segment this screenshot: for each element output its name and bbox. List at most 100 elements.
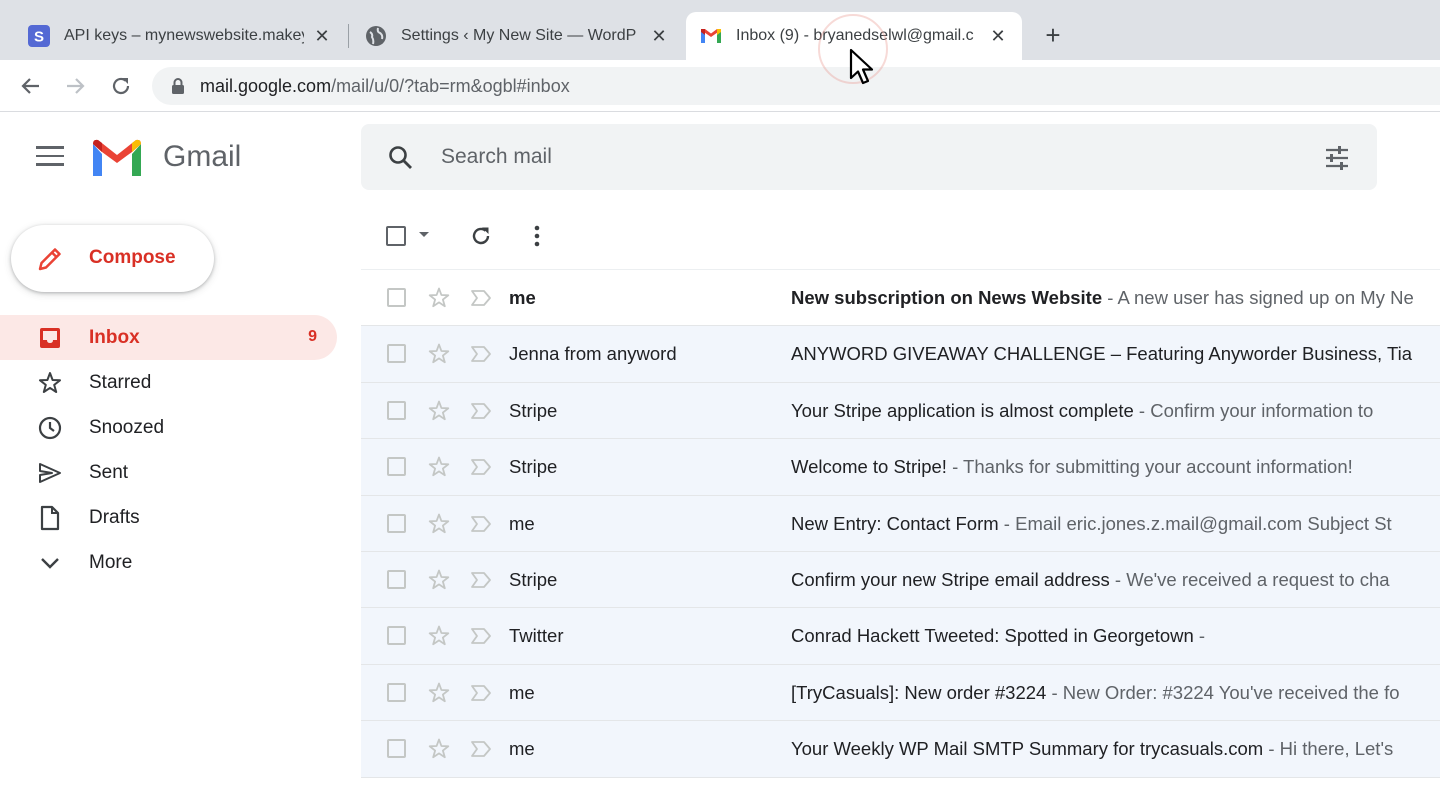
tab-title: Settings ‹ My New Site — WordP bbox=[401, 27, 637, 44]
mail-row[interactable]: me [TryCasuals]: New order #3224 - New O… bbox=[361, 664, 1440, 722]
search-icon[interactable] bbox=[387, 144, 415, 172]
row-checkbox[interactable] bbox=[387, 400, 406, 420]
sidebar-nav: Inbox 9 Starred Snoozed Sent Drafts More bbox=[0, 315, 340, 585]
row-checkbox[interactable] bbox=[387, 457, 406, 477]
sidebar-item-drafts[interactable]: Drafts bbox=[0, 495, 340, 540]
star-icon[interactable] bbox=[427, 681, 451, 705]
tab-separator bbox=[348, 24, 349, 48]
mail-snippet: - We've received a request to cha bbox=[1109, 568, 1390, 590]
row-checkbox[interactable] bbox=[387, 288, 406, 307]
mail-subject-line: Your Weekly WP Mail SMTP Summary for try… bbox=[791, 738, 1393, 760]
new-tab-button[interactable]: + bbox=[1040, 22, 1066, 48]
mail-row[interactable]: Stripe Welcome to Stripe! - Thanks for s… bbox=[361, 439, 1440, 496]
mail-sender: Jenna from anyword bbox=[509, 343, 677, 365]
select-dropdown-icon[interactable] bbox=[419, 232, 429, 237]
browser-tab-strip: S API keys – mynewswebsite.makey ✕ Setti… bbox=[0, 0, 1440, 60]
mail-row[interactable]: Twitter Conrad Hackett Tweeted: Spotted … bbox=[361, 608, 1440, 665]
address-bar[interactable]: mail.google.com/mail/u/0/?tab=rm&ogbl#in… bbox=[152, 67, 1440, 105]
mail-subject-line: Conrad Hackett Tweeted: Spotted in Georg… bbox=[791, 625, 1205, 647]
refresh-icon[interactable] bbox=[469, 224, 493, 248]
tab-title: API keys – mynewswebsite.makey bbox=[64, 27, 304, 44]
star-icon[interactable] bbox=[427, 455, 451, 479]
main-menu-icon[interactable] bbox=[36, 146, 64, 168]
url-host: mail.google.com bbox=[200, 75, 332, 96]
mail-sender: Stripe bbox=[509, 456, 558, 478]
row-checkbox[interactable] bbox=[387, 513, 406, 533]
mail-row[interactable]: Stripe Confirm your new Stripe email add… bbox=[361, 551, 1440, 609]
sidebar-item-label: Sent bbox=[89, 462, 129, 483]
mail-row[interactable]: Jenna from anyword ANYWORD GIVEAWAY CHAL… bbox=[361, 326, 1440, 383]
search-options-icon[interactable] bbox=[1323, 144, 1351, 172]
pencil-icon bbox=[38, 248, 61, 271]
star-icon[interactable] bbox=[427, 399, 451, 423]
star-icon[interactable] bbox=[427, 342, 451, 366]
important-marker-icon[interactable] bbox=[469, 344, 493, 364]
mail-subject: Confirm your new Stripe email address bbox=[791, 568, 1110, 590]
mail-subject-line: New subscription on News Website - A new… bbox=[791, 287, 1414, 309]
sidebar-item-label: Snoozed bbox=[89, 417, 165, 438]
forward-arrow-icon[interactable] bbox=[62, 73, 88, 99]
gmail-icon bbox=[701, 29, 721, 43]
row-checkbox[interactable] bbox=[387, 739, 406, 759]
browser-tab-wordpress-settings[interactable]: Settings ‹ My New Site — WordP ✕ bbox=[351, 12, 683, 60]
important-marker-icon[interactable] bbox=[469, 626, 493, 646]
mail-sender: Stripe bbox=[509, 568, 558, 590]
mail-list: me New subscription on News Website - A … bbox=[361, 270, 1440, 778]
star-icon[interactable] bbox=[427, 286, 451, 310]
mail-sender: Stripe bbox=[509, 399, 558, 421]
mail-sender: Twitter bbox=[509, 625, 564, 647]
stripe-s-icon: S bbox=[28, 25, 50, 47]
gmail-logo-icon[interactable] bbox=[90, 138, 144, 178]
star-icon[interactable] bbox=[427, 568, 451, 592]
compose-label: Compose bbox=[89, 247, 176, 268]
more-options-icon[interactable] bbox=[529, 224, 545, 248]
mail-snippet: - bbox=[1193, 625, 1206, 647]
star-icon[interactable] bbox=[427, 512, 451, 536]
row-checkbox[interactable] bbox=[387, 682, 406, 702]
important-marker-icon[interactable] bbox=[469, 570, 493, 590]
close-tab-icon[interactable]: ✕ bbox=[649, 26, 669, 47]
select-all-checkbox[interactable] bbox=[386, 226, 406, 246]
mail-sender: me bbox=[509, 287, 536, 308]
gmail-wordmark[interactable]: Gmail bbox=[163, 140, 241, 174]
mail-subject: Conrad Hackett Tweeted: Spotted in Georg… bbox=[791, 625, 1194, 647]
svg-text:S: S bbox=[34, 29, 44, 46]
important-marker-icon[interactable] bbox=[469, 457, 493, 477]
important-marker-icon[interactable] bbox=[469, 288, 493, 308]
mail-row[interactable]: me New Entry: Contact Form - Email eric.… bbox=[361, 495, 1440, 552]
sidebar-item-label: Inbox bbox=[89, 327, 140, 348]
sidebar-item-more[interactable]: More bbox=[0, 540, 340, 585]
sidebar-item-starred[interactable]: Starred bbox=[0, 360, 340, 405]
sidebar-item-sent[interactable]: Sent bbox=[0, 450, 340, 495]
inbox-icon bbox=[40, 328, 60, 348]
back-arrow-icon[interactable] bbox=[18, 73, 44, 99]
reload-icon[interactable] bbox=[108, 73, 134, 99]
close-tab-icon[interactable]: ✕ bbox=[312, 26, 332, 47]
mail-subject: Your Stripe application is almost comple… bbox=[791, 399, 1134, 421]
row-checkbox[interactable] bbox=[387, 344, 406, 364]
row-checkbox[interactable] bbox=[387, 569, 406, 589]
important-marker-icon[interactable] bbox=[469, 683, 493, 703]
star-icon[interactable] bbox=[427, 624, 451, 648]
sidebar-item-inbox[interactable]: Inbox 9 bbox=[0, 315, 337, 360]
mail-row[interactable]: Stripe Your Stripe application is almost… bbox=[361, 382, 1440, 440]
row-checkbox[interactable] bbox=[387, 626, 406, 646]
mail-subject-line: Your Stripe application is almost comple… bbox=[791, 400, 1373, 422]
mail-snippet: - A new user has signed up on My Ne bbox=[1102, 287, 1414, 308]
close-tab-icon[interactable]: ✕ bbox=[988, 26, 1008, 47]
important-marker-icon[interactable] bbox=[469, 514, 493, 534]
mail-row[interactable]: me Your Weekly WP Mail SMTP Summary for … bbox=[361, 721, 1440, 778]
compose-button[interactable]: Compose bbox=[11, 225, 214, 292]
mail-subject: [TryCasuals]: New order #3224 bbox=[791, 681, 1047, 703]
mail-subject: New Entry: Contact Form bbox=[791, 512, 999, 534]
search-mail-bar[interactable]: Search mail bbox=[361, 124, 1377, 190]
star-icon[interactable] bbox=[427, 737, 451, 761]
browser-tab-api-keys[interactable]: S API keys – mynewswebsite.makey ✕ bbox=[14, 12, 346, 60]
important-marker-icon[interactable] bbox=[469, 401, 493, 421]
mail-row[interactable]: me New subscription on News Website - A … bbox=[361, 270, 1440, 327]
search-input[interactable]: Search mail bbox=[441, 145, 552, 169]
important-marker-icon[interactable] bbox=[469, 739, 493, 759]
gmail-header: Gmail Search mail bbox=[0, 112, 1440, 202]
mail-subject-line: Confirm your new Stripe email address - … bbox=[791, 569, 1390, 591]
sidebar-item-snoozed[interactable]: Snoozed bbox=[0, 405, 340, 450]
